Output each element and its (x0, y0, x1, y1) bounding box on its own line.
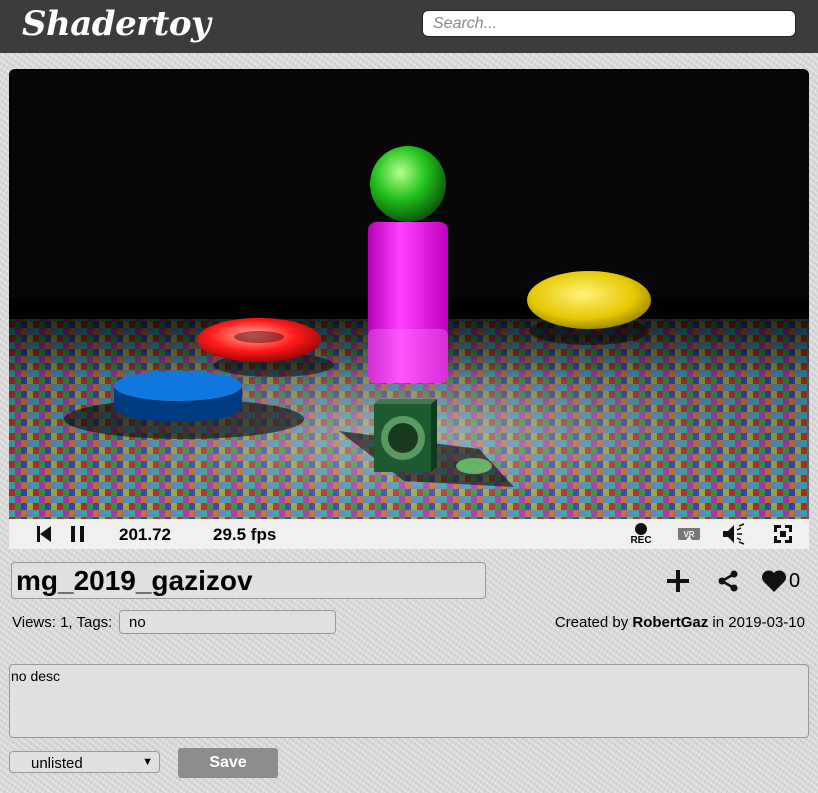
created-date: 2019-03-10 (728, 614, 805, 631)
add-to-playlist-button[interactable] (667, 566, 689, 596)
pause-icon (70, 526, 84, 542)
privacy-value: unlisted (31, 755, 83, 772)
site-logo[interactable]: Shadertoy (22, 4, 211, 44)
tags-input[interactable] (119, 610, 336, 634)
shader-canvas[interactable] (9, 69, 809, 519)
record-label: REC (630, 534, 652, 546)
volume-button[interactable] (721, 519, 749, 549)
top-bar: Shadertoy (0, 0, 818, 53)
vr-button[interactable]: VR (675, 519, 703, 549)
author-link[interactable]: RobertGaz (632, 614, 708, 631)
shader-name-input[interactable] (11, 562, 486, 599)
heart-icon (761, 570, 787, 592)
like-button[interactable]: 0 (761, 566, 800, 596)
save-button[interactable]: Save (178, 748, 278, 778)
search-input[interactable] (422, 10, 796, 37)
fps-display: 29.5 fps (213, 525, 277, 544)
description-textarea[interactable]: no desc (9, 664, 809, 738)
share-icon (718, 570, 738, 592)
shader-player: 201.72 29.5 fps REC VR (9, 69, 809, 549)
volume-icon (723, 523, 745, 545)
time-display: 201.72 (119, 525, 171, 544)
fullscreen-icon (774, 525, 792, 543)
created-prefix: Created by (554, 614, 629, 631)
vr-label: VR (683, 530, 694, 539)
fullscreen-button[interactable] (771, 519, 795, 549)
pause-button[interactable] (66, 519, 88, 549)
plus-icon (667, 570, 689, 592)
caret-down-icon: ▼ (142, 756, 153, 768)
like-count: 0 (789, 569, 801, 592)
created-info: Created by RobertGaz in 2019-03-10 (555, 614, 805, 631)
record-button[interactable]: REC (626, 519, 656, 549)
date-prefix: in (712, 614, 725, 631)
player-controls: 201.72 29.5 fps REC VR (9, 519, 809, 549)
record-icon (635, 522, 647, 535)
privacy-select[interactable]: unlisted ▼ (9, 751, 160, 773)
share-button[interactable] (716, 566, 740, 596)
views-and-tags-label: Views: 1, Tags: (12, 614, 113, 631)
skip-back-icon (37, 526, 51, 542)
restart-button[interactable] (33, 519, 55, 549)
vr-icon: VR (678, 528, 700, 540)
